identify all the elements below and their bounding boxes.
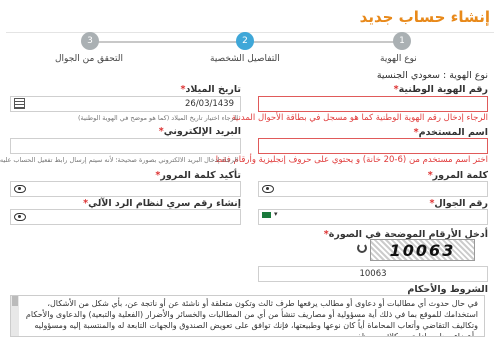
confirm-password-label: تأكيد كلمة المرور* [155, 170, 241, 181]
captcha-input[interactable]: 10063 [258, 266, 488, 282]
calendar-icon[interactable] [14, 98, 25, 109]
email-input[interactable] [10, 138, 241, 154]
step-1-label: نوع الهوية [380, 54, 417, 64]
national-id-error: الرجاء إدخال رقم الهوية الوطنية كما هو م… [231, 113, 488, 123]
username-input[interactable] [258, 138, 488, 154]
eye-icon[interactable] [14, 185, 26, 193]
step-2-circle: 2 [236, 32, 254, 50]
captcha-image: 10063 [370, 239, 475, 261]
caret-down-icon[interactable]: ▾ [274, 210, 278, 218]
terms-textarea[interactable]: في حال حدوث أي مطالبات أو دعاوى أو مطالب… [10, 295, 485, 337]
ivr-pin-input[interactable] [10, 209, 241, 225]
terms-label: الشروط والأحكام [407, 284, 488, 295]
refresh-icon[interactable] [357, 243, 367, 253]
id-type-row: نوع الهوية : سعودي الجنسية [377, 70, 488, 81]
step-3-circle: 3 [81, 32, 99, 50]
mobile-label: رقم الجوال* [429, 198, 488, 209]
eye-icon[interactable] [262, 185, 274, 193]
country-flag-icon[interactable] [262, 212, 271, 218]
password-label: كلمة المرور* [427, 170, 488, 181]
mobile-input[interactable] [258, 209, 488, 225]
step-3-label: التحقق من الجوال [55, 54, 123, 64]
birth-date-input[interactable]: 26/03/1439 [10, 96, 241, 112]
id-type-value: سعودي الجنسية [376, 70, 440, 81]
eye-icon[interactable] [14, 213, 26, 221]
wizard-steps: 1 2 3 نوع الهوية التفاصيل الشخصية التحقق… [0, 32, 500, 70]
birth-date-label: تاريخ الميلاد* [180, 84, 241, 95]
step-2-label: التفاصيل الشخصية [210, 54, 280, 64]
email-label: البريد الإلكتروني* [158, 126, 241, 137]
step-1-circle: 1 [393, 32, 411, 50]
page-title: إنشاء حساب جديد [359, 8, 490, 26]
national-id-input[interactable] [258, 96, 488, 112]
birth-date-hint: الرجاء اختيار تاريخ الميلاد (كما هو موضح… [77, 114, 238, 122]
ivr-pin-label: إنشاء رقم سري لنظام الرد الآلي* [83, 198, 241, 209]
password-input[interactable] [258, 181, 488, 197]
confirm-password-input[interactable] [10, 181, 241, 197]
username-error: اختر اسم مستخدم من (6-20 خانة) و يحتوي ع… [214, 155, 488, 165]
id-type-label: نوع الهوية : [442, 70, 488, 81]
national-id-label: رقم الهوية الوطنية* [393, 84, 488, 95]
terms-scrollbar[interactable] [11, 296, 19, 336]
email-hint: الرجاء إدخال البريد الالكتروني بصورة صحي… [0, 156, 238, 164]
username-label: اسم المستخدم* [413, 127, 488, 138]
